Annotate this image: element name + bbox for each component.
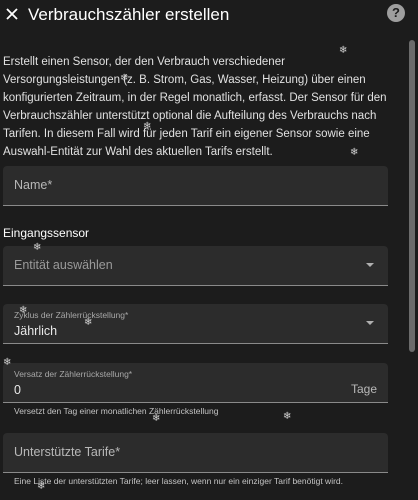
entity-select[interactable]: Entität auswählen <box>3 246 388 286</box>
tariffs-helper-text: Eine Liste der unterstützten Tarife; lee… <box>14 476 344 486</box>
snowflake-icon: ❄ <box>283 411 292 422</box>
close-icon[interactable] <box>3 5 21 23</box>
snowflake-icon: ❄ <box>339 45 348 56</box>
section-title-input-sensor: Eingangssensor <box>3 226 90 240</box>
snowflake-icon: ❄ <box>143 121 152 132</box>
cycle-select-label: Zyklus der Zählerrückstellung* <box>14 310 129 320</box>
offset-helper-text: Versetzt den Tag einer monatlichen Zähle… <box>14 406 219 416</box>
dialog-title: Verbrauchszähler erstellen <box>28 5 230 24</box>
tariffs-field-label: Unterstützte Tarife* <box>14 445 121 459</box>
snowflake-icon: ❄ <box>3 357 12 368</box>
snowflake-icon: ❄ <box>33 242 42 253</box>
offset-field-suffix: Tage <box>350 382 377 396</box>
snowflake-icon: ❄ <box>37 481 46 492</box>
dialog-header: Verbrauchszähler erstellen ? <box>0 0 418 30</box>
name-field-label: Name* <box>14 178 53 192</box>
snowflake-icon: ❄ <box>84 317 93 328</box>
name-field[interactable]: Name* <box>3 166 388 206</box>
help-icon[interactable]: ? <box>387 4 405 22</box>
snowflake-icon: ❄ <box>350 147 359 158</box>
offset-field[interactable]: Versatz der Zählerrückstellung* 0 Tage <box>3 363 388 403</box>
cycle-select-value: Jährlich <box>14 324 58 338</box>
chevron-down-icon <box>366 321 374 325</box>
offset-field-label: Versatz der Zählerrückstellung* <box>14 369 133 379</box>
snowflake-icon: ❄ <box>120 73 129 84</box>
chevron-down-icon <box>366 263 374 267</box>
snowflake-icon: ❄ <box>19 305 28 316</box>
description-text: Erstellt einen Sensor, der den Verbrauch… <box>3 56 387 158</box>
scrollbar[interactable] <box>409 40 415 352</box>
cycle-select[interactable]: Zyklus der Zählerrückstellung* Jährlich <box>3 304 388 344</box>
offset-field-value: 0 <box>14 383 21 397</box>
snowflake-icon: ❄ <box>152 413 161 424</box>
entity-select-placeholder: Entität auswählen <box>14 258 113 272</box>
tariffs-field[interactable]: Unterstützte Tarife* <box>3 433 388 473</box>
